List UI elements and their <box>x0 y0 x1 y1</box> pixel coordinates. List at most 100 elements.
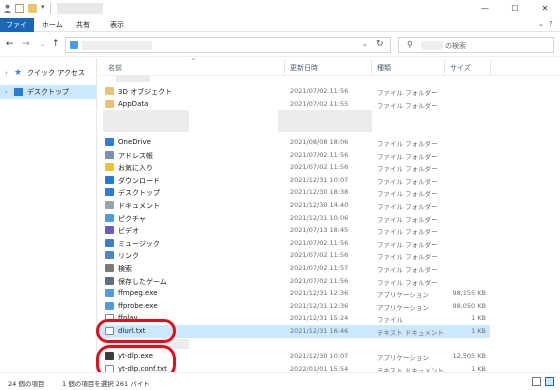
large-icons-view-icon[interactable] <box>545 377 554 386</box>
file-name: ffprobe.exe <box>118 301 158 310</box>
file-row-documents[interactable]: ドキュメント 2021/12/30 14:40 ファイル フォルダー <box>98 199 490 212</box>
sort-indicator-icon: ^ <box>191 58 197 65</box>
navigation-pane: › ★ クイック アクセス › デスクトップ <box>0 58 97 372</box>
nav-item-desktop[interactable]: › デスクトップ <box>0 85 96 99</box>
highlight-ring <box>96 319 176 343</box>
tab-share[interactable]: 共有 <box>70 18 96 32</box>
file-row-music[interactable]: ミュージック 2021/07/02 11:56 ファイル フォルダー <box>98 237 490 250</box>
recent-locations-button[interactable]: ⌄ <box>40 41 45 48</box>
this-pc-icon <box>70 41 78 49</box>
links-icon <box>105 251 114 260</box>
folder-3d-icon <box>105 87 114 95</box>
column-date-modified[interactable]: 更新日時 <box>290 63 318 73</box>
expand-arrow-icon[interactable]: › <box>5 85 8 99</box>
address-dropdown-icon[interactable]: ⌄ <box>362 40 368 48</box>
customize-quick-access-icon[interactable]: ▾ <box>41 3 45 11</box>
file-row-contacts[interactable]: アドレス帳 2021/07/02 11:56 ファイル フォルダー <box>98 149 490 162</box>
saved-games-icon <box>105 276 114 285</box>
file-name: ミュージック <box>118 239 160 248</box>
file-row-ffprobe[interactable]: ffprobe.exe 2021/12/31 12:36 アプリケーション 98… <box>98 300 490 313</box>
column-divider[interactable] <box>371 60 372 74</box>
help-icon[interactable]: ? <box>549 20 553 28</box>
videos-icon <box>105 226 114 235</box>
tab-view[interactable]: 表示 <box>104 18 130 32</box>
minimize-button[interactable]: — <box>470 0 500 18</box>
nav-item-quick-access[interactable]: › ★ クイック アクセス <box>0 66 96 80</box>
back-button[interactable]: ← <box>6 39 14 49</box>
file-date: 2021/12/30 14:40 <box>290 201 349 209</box>
column-size[interactable]: サイズ <box>450 63 471 73</box>
nav-item-label: クイック アクセス <box>27 69 85 77</box>
tab-home[interactable]: ホーム <box>36 18 69 32</box>
column-name[interactable]: 名前 <box>108 63 122 73</box>
file-type: ファイル フォルダー <box>377 278 438 287</box>
file-type: アプリケーション <box>377 354 429 362</box>
desktop-icon <box>105 188 114 197</box>
desktop-icon <box>14 88 23 96</box>
expand-ribbon-icon[interactable]: ⌄ <box>538 20 544 28</box>
title-bar: ▾ — ☐ ✕ <box>0 0 560 18</box>
search-input[interactable]: ⚲ の検索 <box>398 37 554 53</box>
file-date: 2021/07/02 11:56 <box>290 238 349 247</box>
file-date: 2021/07/02 11:56 <box>290 251 349 260</box>
file-row-onedrive[interactable]: OneDrive 2021/08/08 18:06 ファイル フォルダー <box>98 136 490 149</box>
file-date: 2021/12/31 16:46 <box>290 327 349 335</box>
file-type: ファイル フォルダー <box>377 215 438 224</box>
column-divider[interactable] <box>444 60 445 74</box>
file-row-desktop[interactable]: デスクトップ 2021/12/30 18:38 ファイル フォルダー <box>98 186 490 199</box>
column-divider[interactable] <box>490 60 491 74</box>
file-type: ファイル フォルダー <box>377 101 438 110</box>
file-type: ファイル フォルダー <box>377 266 438 274</box>
column-type[interactable]: 種類 <box>377 63 391 73</box>
details-view-icon[interactable] <box>532 377 541 386</box>
file-size: 98,155 KB <box>452 289 486 298</box>
properties-icon[interactable] <box>15 4 24 13</box>
close-button[interactable]: ✕ <box>530 0 560 18</box>
forward-button[interactable]: → <box>22 39 30 49</box>
file-name: ドキュメント <box>118 202 160 210</box>
selection-info: 1 個の項目を選択 261 バイト <box>62 380 150 388</box>
file-date: 2021/12/31 10:06 <box>290 213 349 222</box>
download-icon <box>105 175 114 184</box>
address-toolbar: ← → ⌄ ↑ ⌄ ↻ ⚲ の検索 <box>0 33 560 57</box>
file-row-ffmpeg[interactable]: ffmpeg.exe 2021/12/31 12:36 アプリケーション 98,… <box>98 287 490 300</box>
file-type: ファイル フォルダー <box>377 89 438 97</box>
maximize-button[interactable]: ☐ <box>500 0 530 18</box>
file-size: 1 KB <box>471 327 486 335</box>
item-count: 24 個の項目 <box>8 380 45 388</box>
file-name: ビデオ <box>118 227 139 236</box>
documents-icon <box>105 201 114 209</box>
up-button[interactable]: ↑ <box>52 39 60 49</box>
tab-file[interactable]: ファイル <box>0 18 34 43</box>
file-row-downloads[interactable]: ダウンロード 2021/12/31 10:07 ファイル フォルダー <box>98 174 490 187</box>
file-date: 2021/12/30 10:07 <box>290 352 349 360</box>
file-row-appdata[interactable]: AppData 2021/07/02 11:55 ファイル フォルダー <box>98 98 490 111</box>
file-name: デスクトップ <box>118 189 160 198</box>
file-row-links[interactable]: リンク 2021/07/02 11:56 ファイル フォルダー <box>98 249 490 262</box>
file-date: 2021/07/02 11:55 <box>290 99 349 108</box>
refresh-button[interactable]: ↻ <box>376 39 384 49</box>
music-icon <box>105 238 114 247</box>
search-icon: ⚲ <box>407 40 413 49</box>
file-type: アプリケーション <box>377 291 429 300</box>
file-name: AppData <box>118 99 149 108</box>
column-divider[interactable] <box>284 60 285 74</box>
file-row-favorites[interactable]: お気に入り 2021/07/02 11:56 ファイル フォルダー <box>98 161 490 174</box>
file-row-searches[interactable]: 検索 2021/07/02 11:57 ファイル フォルダー <box>98 262 490 275</box>
pictures-icon <box>105 213 114 222</box>
new-folder-icon[interactable] <box>28 4 37 13</box>
status-bar: 24 個の項目 1 個の項目を選択 261 バイト <box>0 372 560 390</box>
file-row-pictures[interactable]: ピクチャ 2021/12/31 10:06 ファイル フォルダー <box>98 212 490 225</box>
file-name: 3D オブジェクト <box>118 88 173 96</box>
file-row-3d-objects[interactable]: 3D オブジェクト 2021/07/02 11:56 ファイル フォルダー <box>98 85 490 98</box>
expand-arrow-icon[interactable]: › <box>5 66 8 80</box>
file-row-saved-games[interactable]: 保存したゲーム 2021/07/02 11:56 ファイル フォルダー <box>98 275 490 288</box>
exe-icon <box>105 301 114 310</box>
file-type: ファイル <box>377 316 403 325</box>
search-folder-icon <box>105 264 114 272</box>
file-date: 2021/07/02 11:56 <box>290 87 349 95</box>
redacted-row <box>278 110 372 132</box>
file-name: アドレス帳 <box>118 151 153 160</box>
address-bar[interactable]: ⌄ ↻ <box>65 37 391 53</box>
file-row-videos[interactable]: ビデオ 2021/07/13 18:45 ファイル フォルダー <box>98 224 490 237</box>
